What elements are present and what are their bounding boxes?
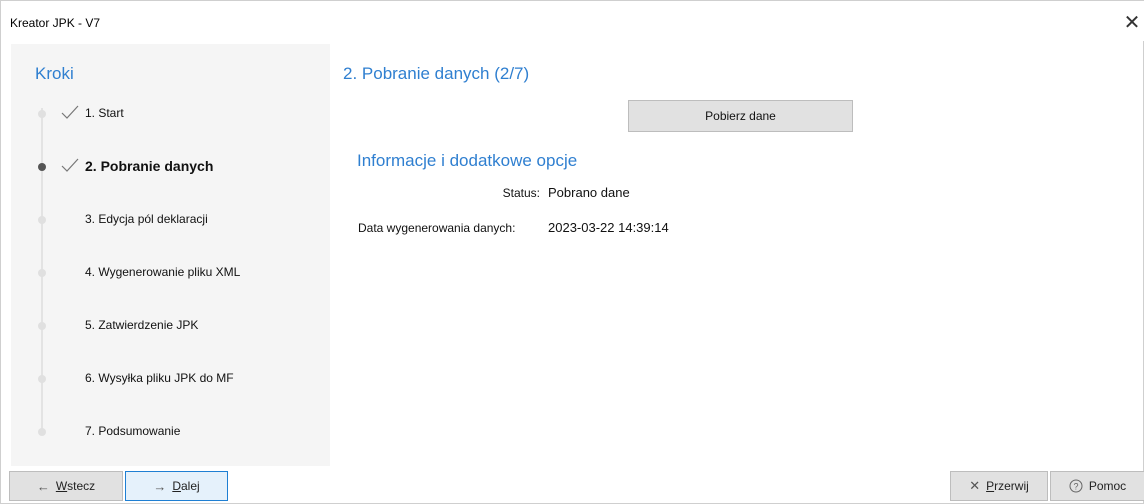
fetch-data-button[interactable]: Pobierz dane xyxy=(628,100,853,132)
check-icon xyxy=(61,158,79,172)
svg-text:?: ? xyxy=(1073,482,1078,492)
sidebar-step-start[interactable]: 1. Start xyxy=(11,99,330,129)
info-heading: Informacje i dodatkowe opcje xyxy=(357,151,578,170)
sidebar-step-label: 7. Podsumowanie xyxy=(85,424,181,438)
step-dot-icon xyxy=(38,375,46,383)
sidebar-step-label: 3. Edycja pól deklaracji xyxy=(85,212,208,226)
help-button[interactable]: ? Pomoc xyxy=(1050,471,1144,501)
sidebar-step-zatwierdzenie[interactable]: 5. Zatwierdzenie JPK xyxy=(11,311,330,341)
sidebar-step-label: 2. Pobranie danych xyxy=(85,158,214,174)
arrow-right-icon: → xyxy=(153,478,167,494)
cancel-button-label: Przerwij xyxy=(986,479,1029,493)
sidebar-step-label: 6. Wysyłka pliku JPK do MF xyxy=(85,371,234,385)
step-dot-icon xyxy=(38,428,46,436)
sidebar-step-podsumowanie[interactable]: 7. Podsumowanie xyxy=(11,417,330,447)
generation-date-label: Data wygenerowania danych: xyxy=(358,221,516,235)
back-button-label: Wstecz xyxy=(55,479,96,493)
close-icon[interactable]: ✕ xyxy=(1119,9,1144,35)
cancel-button[interactable]: ✕ Przerwij xyxy=(950,471,1048,501)
title-bar: Kreator JPK - V7 ✕ xyxy=(1,1,1144,41)
step-dot-icon xyxy=(38,163,46,171)
page-title: 2. Pobranie danych (2/7) xyxy=(343,64,530,83)
help-button-label: Pomoc xyxy=(1088,479,1127,493)
next-button-label: Dalej xyxy=(172,479,200,493)
status-value: Pobrano dane xyxy=(548,185,630,200)
sidebar-heading: Kroki xyxy=(35,64,74,83)
step-dot-icon xyxy=(38,322,46,330)
sidebar-step-label: 4. Wygenerowanie pliku XML xyxy=(85,265,241,279)
next-button[interactable]: → Dalej xyxy=(125,471,228,501)
steps-sidebar: Kroki 1. Start 2. Pobranie danych 3. Edy… xyxy=(11,44,330,466)
sidebar-step-pobranie-danych[interactable]: 2. Pobranie danych xyxy=(11,152,330,182)
wizard-window: Kreator JPK - V7 ✕ Kroki 1. Start 2. Pob… xyxy=(0,0,1144,504)
check-icon xyxy=(61,105,79,119)
generation-date-value: 2023-03-22 14:39:14 xyxy=(548,220,669,235)
status-label: Status: xyxy=(502,186,540,200)
arrow-left-icon: ← xyxy=(36,478,50,494)
step-dot-icon xyxy=(38,216,46,224)
step-dot-icon xyxy=(38,269,46,277)
window-title: Kreator JPK - V7 xyxy=(10,16,101,30)
sidebar-step-wysylka[interactable]: 6. Wysyłka pliku JPK do MF xyxy=(11,364,330,394)
sidebar-step-edycja-pol[interactable]: 3. Edycja pól deklaracji xyxy=(11,205,330,235)
sidebar-step-wygenerowanie-xml[interactable]: 4. Wygenerowanie pliku XML xyxy=(11,258,330,288)
step-dot-icon xyxy=(38,110,46,118)
back-button[interactable]: ← Wstecz xyxy=(9,471,123,501)
close-icon: ✕ xyxy=(969,478,981,493)
help-icon: ? xyxy=(1069,479,1083,493)
sidebar-step-label: 5. Zatwierdzenie JPK xyxy=(85,318,199,332)
sidebar-step-label: 1. Start xyxy=(85,106,124,120)
